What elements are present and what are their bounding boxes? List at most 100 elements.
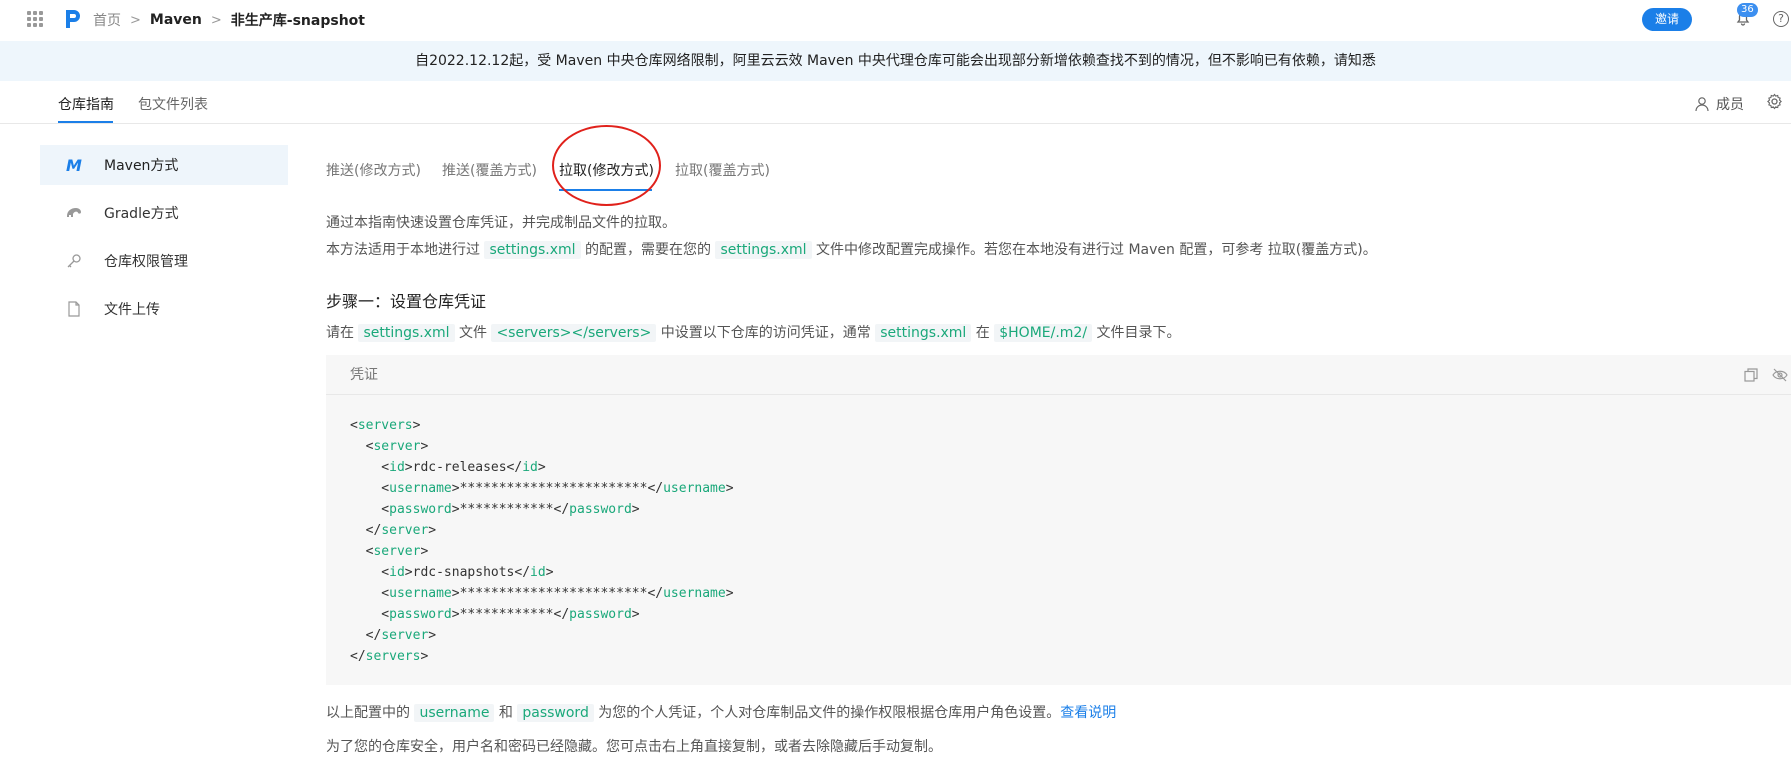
tab-pull-overwrite[interactable]: 拉取(覆盖方式) xyxy=(675,160,770,180)
xml-tag: password xyxy=(389,607,452,622)
server-id: rdc-releases xyxy=(412,460,507,475)
password-mask: ************ xyxy=(459,502,554,517)
step1-desc: 请在 settings.xml 文件 <servers></servers> 中… xyxy=(326,323,1181,343)
breadcrumb: 首页 > Maven > 非生产库-snapshot xyxy=(93,10,365,30)
gear-icon[interactable] xyxy=(1766,93,1783,110)
intro-line-1: 通过本指南快速设置仓库凭证，并完成制品文件的拉取。 xyxy=(326,215,676,231)
sidebar-item-gradle[interactable]: Gradle方式 xyxy=(40,193,288,233)
logo-icon[interactable] xyxy=(64,8,82,30)
xml-tag: id xyxy=(389,460,405,475)
code-line: <username>************************</user… xyxy=(350,586,734,601)
breadcrumb-repo: 非生产库-snapshot xyxy=(230,13,365,29)
tab-repo-guide[interactable]: 仓库指南 xyxy=(58,94,114,114)
view-docs-link[interactable]: 查看说明 xyxy=(1060,705,1116,721)
xml-tag: server xyxy=(381,523,429,538)
xml-tag: username xyxy=(389,586,452,601)
xml-tag: servers xyxy=(357,418,413,433)
xml-tag: server xyxy=(373,439,421,454)
footer-line-1: 以上配置中的 username 和 password 为您的个人凭证，个人对仓库… xyxy=(326,703,1116,723)
method-tabs: 推送(修改方式) 推送(覆盖方式) 拉取(修改方式) 拉取(覆盖方式) xyxy=(326,125,1791,206)
sidebar-item-label: 仓库权限管理 xyxy=(104,254,188,270)
code-line: </server> xyxy=(350,523,437,538)
credentials-title: 凭证 xyxy=(350,367,378,383)
help-icon[interactable]: ? xyxy=(1773,11,1789,27)
xml-tag: id xyxy=(389,565,405,580)
breadcrumb-home[interactable]: 首页 xyxy=(93,10,121,30)
members-button[interactable]: 成员 xyxy=(1694,94,1744,114)
xml-tag: username xyxy=(663,586,726,601)
invite-button[interactable]: 邀请 xyxy=(1642,8,1692,31)
code-line: </servers> xyxy=(350,649,429,664)
sidebar-item-permissions[interactable]: 仓库权限管理 xyxy=(40,241,288,281)
code-line: <id>rdc-snapshots</id> xyxy=(350,565,554,580)
text: 的配置，需要在您的 xyxy=(585,242,711,258)
text: 在 xyxy=(975,325,990,341)
members-label: 成员 xyxy=(1716,97,1744,113)
text: 文件中修改配置完成操作。若您在本地没有进行过 Maven 配置，可参考 拉取(覆… xyxy=(816,242,1377,258)
annotation-circle xyxy=(552,125,661,206)
xml-tag: username xyxy=(389,481,452,496)
main-content: 推送(修改方式) 推送(覆盖方式) 拉取(修改方式) 拉取(覆盖方式) 通过本指… xyxy=(326,125,1791,755)
code-line: <username>************************</user… xyxy=(350,481,734,496)
copy-icon[interactable] xyxy=(1744,368,1758,382)
intro-line-2: 本方法适用于本地进行过 settings.xml 的配置，需要在您的 setti… xyxy=(326,240,1377,260)
sidebar: M Maven方式 Gradle方式 仓库权限管理 文件上传 xyxy=(40,145,288,337)
code-line: <password>************</password> xyxy=(350,502,640,517)
sidebar-item-upload[interactable]: 文件上传 xyxy=(40,289,288,329)
apps-grid-icon[interactable] xyxy=(27,11,43,27)
xml-tag: username xyxy=(663,481,726,496)
xml-tag: id xyxy=(530,565,546,580)
sidebar-item-label: 文件上传 xyxy=(104,302,160,318)
code-settings-xml: settings.xml xyxy=(715,241,812,259)
top-bar: 首页 > Maven > 非生产库-snapshot 邀请 36 ? xyxy=(0,0,1791,38)
sidebar-item-maven[interactable]: M Maven方式 xyxy=(40,145,288,185)
gradle-icon xyxy=(64,203,84,223)
username-mask: ************************ xyxy=(459,586,648,601)
step1-title: 步骤一：设置仓库凭证 xyxy=(326,292,487,311)
text: 请在 xyxy=(326,325,354,341)
file-icon xyxy=(64,299,84,319)
code-line: <server> xyxy=(350,439,429,454)
code-username: username xyxy=(414,704,495,722)
credentials-code: <servers> <server> <id>rdc-releases</id>… xyxy=(326,395,1791,667)
text: 为您的个人凭证，个人对仓库制品文件的操作权限根据仓库用户角色设置。 xyxy=(598,705,1061,721)
text: 以上配置中的 xyxy=(326,705,410,721)
tab-push-overwrite[interactable]: 推送(覆盖方式) xyxy=(442,160,537,180)
sidebar-item-label: Maven方式 xyxy=(104,158,179,174)
password-mask: ************ xyxy=(459,607,554,622)
tab-push-modify[interactable]: 推送(修改方式) xyxy=(326,160,421,180)
username-mask: ************************ xyxy=(459,481,648,496)
code-settings-xml: settings.xml xyxy=(875,324,972,342)
code-line: <servers> xyxy=(350,418,421,433)
code-password: password xyxy=(517,704,594,722)
key-icon xyxy=(64,251,84,271)
code-line: <password>************</password> xyxy=(350,607,640,622)
active-tab-indicator xyxy=(58,121,113,123)
credentials-header: 凭证 xyxy=(326,355,1791,395)
notification-badge: 36 xyxy=(1737,3,1758,17)
chevron-right-icon: > xyxy=(130,12,141,28)
user-icon xyxy=(1695,97,1709,112)
chevron-right-icon: > xyxy=(210,12,222,28)
code-servers-tag: <servers></servers> xyxy=(491,324,657,342)
maven-icon: M xyxy=(66,155,82,175)
text: 中设置以下仓库的访问凭证，通常 xyxy=(660,325,871,341)
breadcrumb-maven[interactable]: Maven xyxy=(150,12,202,28)
code-line: </server> xyxy=(350,628,437,643)
notice-banner: 自2022.12.12起，受 Maven 中央仓库网络限制，阿里云云效 Mave… xyxy=(0,41,1791,81)
server-id: rdc-snapshots xyxy=(412,565,515,580)
xml-tag: password xyxy=(569,502,632,517)
text: 文件目录下。 xyxy=(1096,325,1181,341)
code-line: <id>rdc-releases</id> xyxy=(350,460,546,475)
eye-off-icon[interactable] xyxy=(1772,368,1788,382)
text: 本方法适用于本地进行过 xyxy=(326,242,480,258)
code-settings-xml: settings.xml xyxy=(358,324,455,342)
xml-tag: password xyxy=(389,502,452,517)
tab-package-list[interactable]: 包文件列表 xyxy=(138,94,208,114)
xml-tag: password xyxy=(569,607,632,622)
text: 文件 xyxy=(459,325,487,341)
credentials-box: 凭证 <servers> <server> <id>rdc-releases</… xyxy=(326,355,1791,685)
footer-line-2: 为了您的仓库安全，用户名和密码已经隐藏。您可点击右上角直接复制，或者去除隐藏后手… xyxy=(326,739,942,755)
xml-tag: servers xyxy=(365,649,421,664)
code-line: <server> xyxy=(350,544,429,559)
